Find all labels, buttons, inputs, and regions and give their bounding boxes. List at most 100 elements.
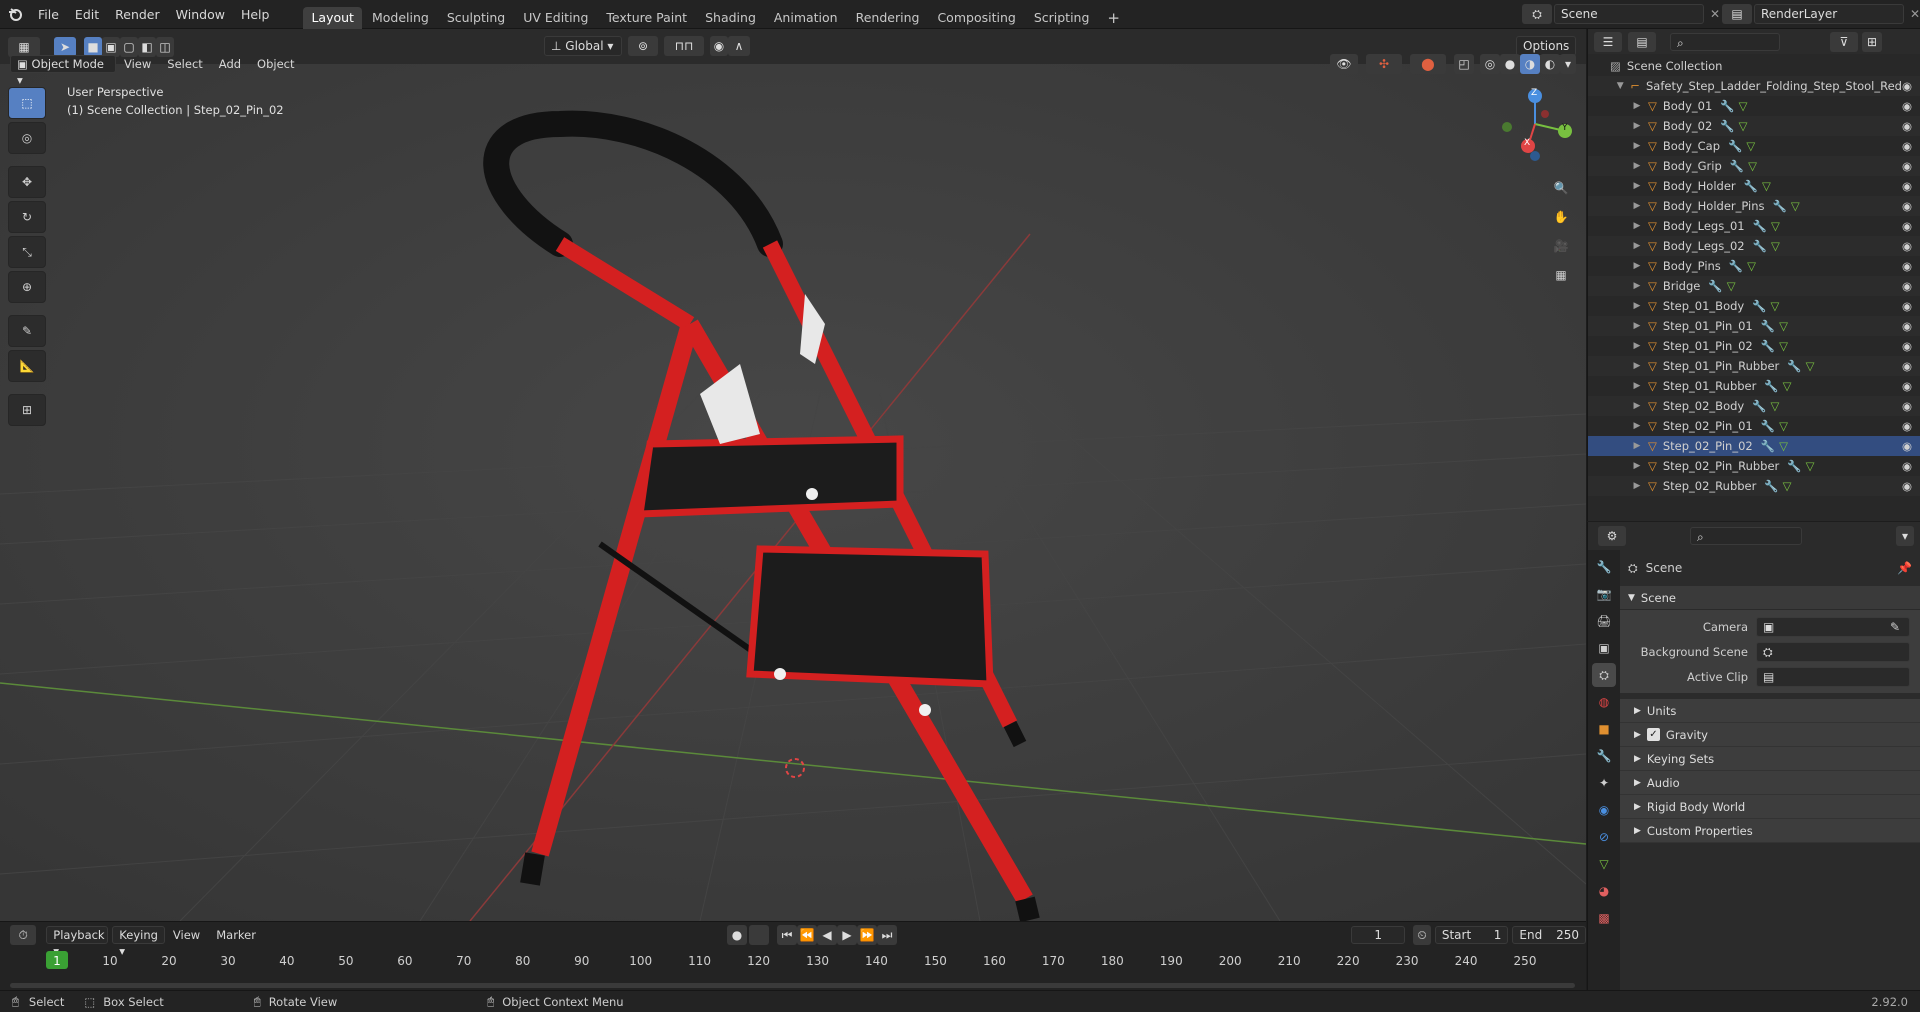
playhead[interactable] bbox=[46, 951, 68, 969]
modifier-icon[interactable]: 🔧 bbox=[1708, 279, 1722, 293]
outliner-search[interactable]: ⌕ bbox=[1670, 32, 1780, 51]
modifier-icon[interactable]: 🔧 bbox=[1753, 219, 1767, 233]
timeline-view-menu[interactable]: View bbox=[165, 922, 208, 948]
mesh-data-icon[interactable]: ▽ bbox=[1783, 379, 1792, 393]
camera-view-button[interactable]: 🎥 bbox=[1548, 233, 1574, 259]
close-icon[interactable]: ✕ bbox=[1710, 7, 1720, 21]
output-tab[interactable]: 🖨 bbox=[1592, 609, 1616, 633]
world-tab[interactable]: ◍ bbox=[1592, 690, 1616, 714]
modifier-icon[interactable]: 🔧 bbox=[1752, 299, 1766, 313]
outliner-object-row[interactable]: ▶ ▽ Step_02_Pin_01 🔧 ▽ ◉ bbox=[1588, 416, 1920, 436]
keying-sets-subpanel[interactable]: ▶ Keying Sets bbox=[1620, 747, 1920, 771]
eye-icon[interactable]: ◉ bbox=[1902, 159, 1912, 173]
select-box-tool[interactable]: ⬚ bbox=[8, 87, 46, 119]
mesh-data-icon[interactable]: ▽ bbox=[1779, 339, 1788, 353]
outliner-object-row[interactable]: ▶ ▽ Step_02_Pin_Rubber 🔧 ▽ ◉ bbox=[1588, 456, 1920, 476]
custom-properties-subpanel[interactable]: ▶ Custom Properties bbox=[1620, 819, 1920, 843]
mesh-data-icon[interactable]: ▽ bbox=[1779, 439, 1788, 453]
menu-view[interactable]: View bbox=[116, 53, 159, 75]
expand-icon[interactable]: ▶ bbox=[1632, 381, 1642, 391]
ortho-toggle-button[interactable]: ▦ bbox=[1548, 262, 1574, 288]
expand-icon[interactable]: ▶ bbox=[1632, 161, 1642, 171]
mesh-data-icon[interactable]: ▽ bbox=[1748, 159, 1757, 173]
add-workspace-button[interactable]: + bbox=[1099, 7, 1128, 29]
eye-icon[interactable]: ◉ bbox=[1902, 79, 1912, 93]
eye-icon[interactable]: ◉ bbox=[1902, 419, 1912, 433]
mesh-data-icon[interactable]: ▽ bbox=[1771, 299, 1780, 313]
tab-shading[interactable]: Shading bbox=[697, 7, 764, 29]
eye-icon[interactable]: ◉ bbox=[1902, 139, 1912, 153]
expand-icon[interactable]: ▶ bbox=[1632, 441, 1642, 451]
eye-icon[interactable]: ◉ bbox=[1902, 119, 1912, 133]
camera-field[interactable]: ▣ bbox=[1756, 616, 1910, 637]
marker-menu[interactable]: Marker bbox=[208, 922, 264, 948]
expand-icon[interactable]: ▶ bbox=[1632, 401, 1642, 411]
gravity-checkbox[interactable]: ✓ bbox=[1646, 728, 1660, 741]
constraints-tab[interactable]: ⊘ bbox=[1592, 825, 1616, 849]
modifier-icon[interactable]: 🔧 bbox=[1720, 119, 1734, 133]
expand-icon[interactable]: ▶ bbox=[1632, 221, 1642, 231]
material-shading-icon[interactable]: ◑ bbox=[1520, 54, 1540, 74]
eye-icon[interactable]: ◉ bbox=[1902, 479, 1912, 493]
jump-start-icon[interactable]: ⏮ bbox=[776, 925, 797, 945]
expand-icon[interactable]: ▶ bbox=[1632, 361, 1642, 371]
rigid-body-world-subpanel[interactable]: ▶ Rigid Body World bbox=[1620, 795, 1920, 819]
jump-end-icon[interactable]: ⏭ bbox=[876, 925, 897, 945]
modifier-icon[interactable]: 🔧 bbox=[1787, 459, 1801, 473]
outliner-object-row[interactable]: ▶ ▽ Step_01_Pin_02 🔧 ▽ ◉ bbox=[1588, 336, 1920, 356]
blender-logo-icon[interactable] bbox=[0, 6, 30, 22]
mesh-data-icon[interactable]: ▽ bbox=[1762, 179, 1771, 193]
tab-modeling[interactable]: Modeling bbox=[364, 7, 437, 29]
scale-tool[interactable]: ⤡ bbox=[8, 236, 46, 268]
expand-icon[interactable]: ▶ bbox=[1632, 241, 1642, 251]
tab-layout[interactable]: Layout bbox=[303, 6, 362, 29]
modifier-icon[interactable]: 🔧 bbox=[1752, 399, 1766, 413]
mesh-data-icon[interactable]: ▽ bbox=[1771, 239, 1780, 253]
outliner-editor-icon[interactable]: ☰ bbox=[1594, 31, 1622, 52]
outliner-object-row[interactable]: ▶ ▽ Step_02_Body 🔧 ▽ ◉ bbox=[1588, 396, 1920, 416]
properties-options-icon[interactable]: ▾ bbox=[1896, 526, 1914, 546]
eye-icon[interactable]: ◉ bbox=[1902, 359, 1912, 373]
render-layer-selector[interactable]: ▤ RenderLayer ✕ bbox=[1722, 4, 1920, 24]
expand-icon[interactable]: ▶ bbox=[1632, 101, 1642, 111]
eye-icon[interactable]: ◉ bbox=[1902, 379, 1912, 393]
outliner-object-row[interactable]: ▶ ▽ Body_Legs_01 🔧 ▽ ◉ bbox=[1588, 216, 1920, 236]
expand-icon[interactable]: ▶ bbox=[1632, 201, 1642, 211]
navigation-gizmo[interactable]: Z Y X bbox=[1490, 86, 1580, 166]
mesh-data-icon[interactable]: ▽ bbox=[1779, 319, 1788, 333]
start-frame-field[interactable]: Start 1 bbox=[1434, 926, 1509, 944]
scene-selector[interactable]: ⛭ Scene ✕ bbox=[1522, 4, 1720, 24]
rotate-tool[interactable]: ↻ bbox=[8, 201, 46, 233]
pan-button[interactable]: ✋ bbox=[1548, 204, 1574, 230]
properties-editor-icon[interactable]: ⚙ bbox=[1598, 526, 1626, 546]
audio-subpanel[interactable]: ▶ Audio bbox=[1620, 771, 1920, 795]
overlay-toggle-icon[interactable]: ⬤ bbox=[1410, 54, 1446, 74]
display-mode-icon[interactable]: ▤ bbox=[1628, 31, 1656, 52]
mesh-data-icon[interactable]: ▽ bbox=[1771, 399, 1780, 413]
modifier-icon[interactable]: 🔧 bbox=[1787, 359, 1801, 373]
outliner-object-row[interactable]: ▶ ▽ Body_Cap 🔧 ▽ ◉ bbox=[1588, 136, 1920, 156]
new-collection-icon[interactable]: ⊞ bbox=[1862, 31, 1882, 52]
expand-icon[interactable]: ▼ bbox=[1616, 81, 1624, 91]
tool-tab[interactable]: 🔧 bbox=[1592, 555, 1616, 579]
mesh-data-icon[interactable]: ▽ bbox=[1727, 279, 1736, 293]
shading-options-icon[interactable]: ▾ bbox=[1560, 54, 1576, 74]
auto-key-icon[interactable] bbox=[748, 925, 769, 945]
record-icon[interactable]: ● bbox=[726, 925, 747, 945]
eye-icon[interactable]: ◉ bbox=[1902, 299, 1912, 313]
visibility-icon[interactable]: 👁 bbox=[1330, 54, 1358, 74]
scene-name-field[interactable]: Scene bbox=[1554, 4, 1704, 24]
mode-dropdown[interactable]: ▣ Object Mode ▾ bbox=[10, 55, 116, 87]
expand-icon[interactable]: ▶ bbox=[1632, 341, 1642, 351]
preview-range-icon[interactable]: ⏲ bbox=[1413, 925, 1431, 945]
scene-panel-header[interactable]: ▼ Scene bbox=[1620, 586, 1920, 610]
expand-icon[interactable]: ▶ bbox=[1632, 281, 1642, 291]
expand-icon[interactable]: ▶ bbox=[1632, 141, 1642, 151]
tab-compositing[interactable]: Compositing bbox=[929, 7, 1023, 29]
eye-icon[interactable]: ◉ bbox=[1902, 179, 1912, 193]
mesh-data-icon[interactable]: ▽ bbox=[1806, 459, 1815, 473]
outliner-object-row[interactable]: ▶ ▽ Step_01_Rubber 🔧 ▽ ◉ bbox=[1588, 376, 1920, 396]
cursor-tool[interactable]: ◎ bbox=[8, 122, 46, 154]
data-tab[interactable]: ▽ bbox=[1592, 852, 1616, 876]
eye-icon[interactable]: ◉ bbox=[1902, 439, 1912, 453]
